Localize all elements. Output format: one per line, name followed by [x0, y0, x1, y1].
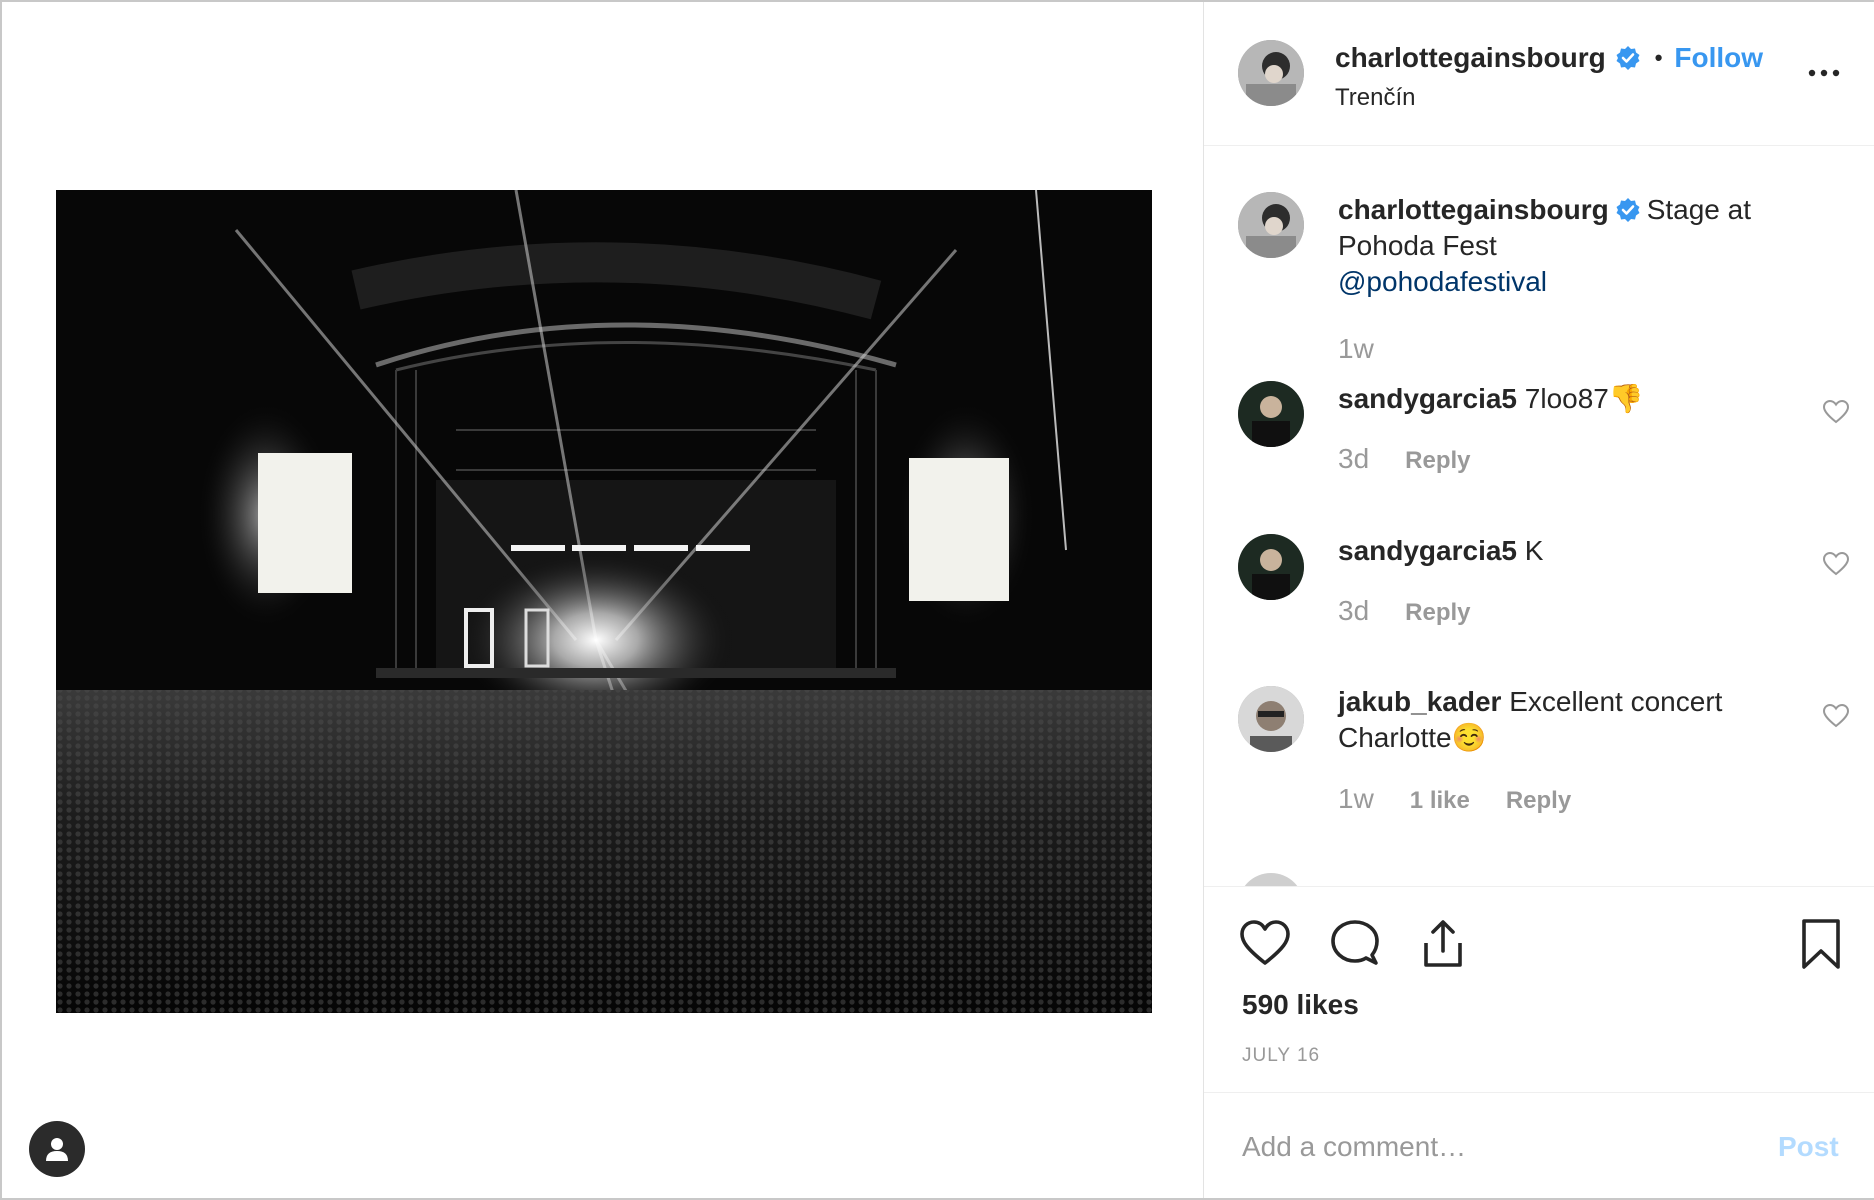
comment-like-heart-icon[interactable] — [1822, 703, 1850, 729]
caption-username[interactable]: charlottegainsbourg — [1338, 194, 1609, 225]
profile-photo — [1238, 686, 1304, 752]
comment-age[interactable]: 3d — [1338, 443, 1369, 475]
add-comment-bar: Post — [1204, 1092, 1874, 1198]
verified-badge-icon — [1616, 46, 1640, 70]
comment-username[interactable]: jakub_kader — [1338, 686, 1501, 717]
post-photo[interactable] — [56, 190, 1152, 1013]
caption: charlottegainsbourg Stage at Pohoda Fest… — [1338, 192, 1778, 300]
comment-meta: 1w 1 like Reply — [1338, 783, 1607, 815]
comment-item: sandygarcia5 K — [1338, 533, 1778, 569]
comment-item: sandygarcia5 7loo87👎 — [1338, 381, 1778, 417]
reply-button[interactable]: Reply — [1405, 599, 1470, 627]
comment-meta: 3d Reply — [1338, 595, 1507, 627]
post-actions: 590 likes JULY 16 — [1204, 886, 1874, 1092]
reply-button[interactable]: Reply — [1506, 787, 1571, 815]
comment-username[interactable]: sandygarcia5 — [1338, 383, 1517, 414]
post-details-panel: charlottegainsbourg • Follow Trenčín cha… — [1203, 2, 1874, 1198]
verified-badge-icon — [1616, 198, 1640, 222]
comments-list[interactable]: charlottegainsbourg Stage at Pohoda Fest… — [1204, 147, 1874, 886]
media-area — [2, 2, 1203, 1198]
comment-avatar[interactable] — [1238, 686, 1304, 752]
profile-photo — [1238, 381, 1304, 447]
comment-item: jakub_kader Excellent concert Charlotte☺… — [1338, 684, 1778, 756]
post-header: charlottegainsbourg • Follow Trenčín — [1204, 2, 1874, 146]
more-horizontal-icon[interactable] — [1804, 58, 1844, 88]
separator-dot: • — [1654, 45, 1663, 70]
comment-avatar[interactable] — [1238, 381, 1304, 447]
post-date[interactable]: JULY 16 — [1242, 1045, 1320, 1067]
likes-count-link[interactable]: 1 like — [1410, 787, 1470, 815]
like-heart-icon[interactable] — [1238, 917, 1292, 971]
concert-stage-photo — [56, 190, 1152, 1013]
comment-username[interactable]: sandygarcia5 — [1338, 535, 1517, 566]
header-user-row: charlottegainsbourg • Follow — [1335, 42, 1763, 74]
smiling-emoji: ☺️ — [1451, 722, 1487, 753]
caption-age[interactable]: 1w — [1338, 333, 1374, 365]
comment-input[interactable] — [1242, 1127, 1762, 1167]
bookmark-save-icon[interactable] — [1794, 917, 1848, 971]
comment-meta: 3d Reply — [1338, 443, 1507, 475]
mention-link[interactable]: @pohodafestival — [1338, 266, 1547, 297]
comment-like-heart-icon[interactable] — [1822, 399, 1850, 425]
username-link[interactable]: charlottegainsbourg — [1335, 42, 1606, 74]
comment-age[interactable]: 3d — [1338, 595, 1369, 627]
comment-text: 7loo87 — [1524, 383, 1609, 414]
post-comment-button[interactable]: Post — [1778, 1131, 1839, 1163]
profile-photo — [1238, 40, 1304, 106]
caption-meta: 1w — [1338, 333, 1410, 365]
profile-photo — [1238, 534, 1304, 600]
reply-button[interactable]: Reply — [1405, 447, 1470, 475]
avatar[interactable] — [1238, 40, 1304, 106]
comment-text: K — [1524, 535, 1544, 566]
comment-like-heart-icon[interactable] — [1822, 551, 1850, 577]
comment-bubble-icon[interactable] — [1328, 917, 1382, 971]
likes-count[interactable]: 590 likes — [1242, 989, 1359, 1021]
comment-avatar[interactable] — [1238, 873, 1304, 886]
caption-avatar[interactable] — [1238, 192, 1304, 258]
thumbs-down-emoji: 👎 — [1608, 383, 1644, 414]
follow-button[interactable]: Follow — [1674, 42, 1763, 74]
profile-photo — [1238, 192, 1304, 258]
comment-avatar[interactable] — [1238, 534, 1304, 600]
user-icon — [46, 1138, 68, 1161]
account-button[interactable] — [29, 1121, 85, 1177]
location-link[interactable]: Trenčín — [1335, 84, 1415, 112]
share-upload-icon[interactable] — [1416, 917, 1470, 971]
comment-age[interactable]: 1w — [1338, 783, 1374, 815]
